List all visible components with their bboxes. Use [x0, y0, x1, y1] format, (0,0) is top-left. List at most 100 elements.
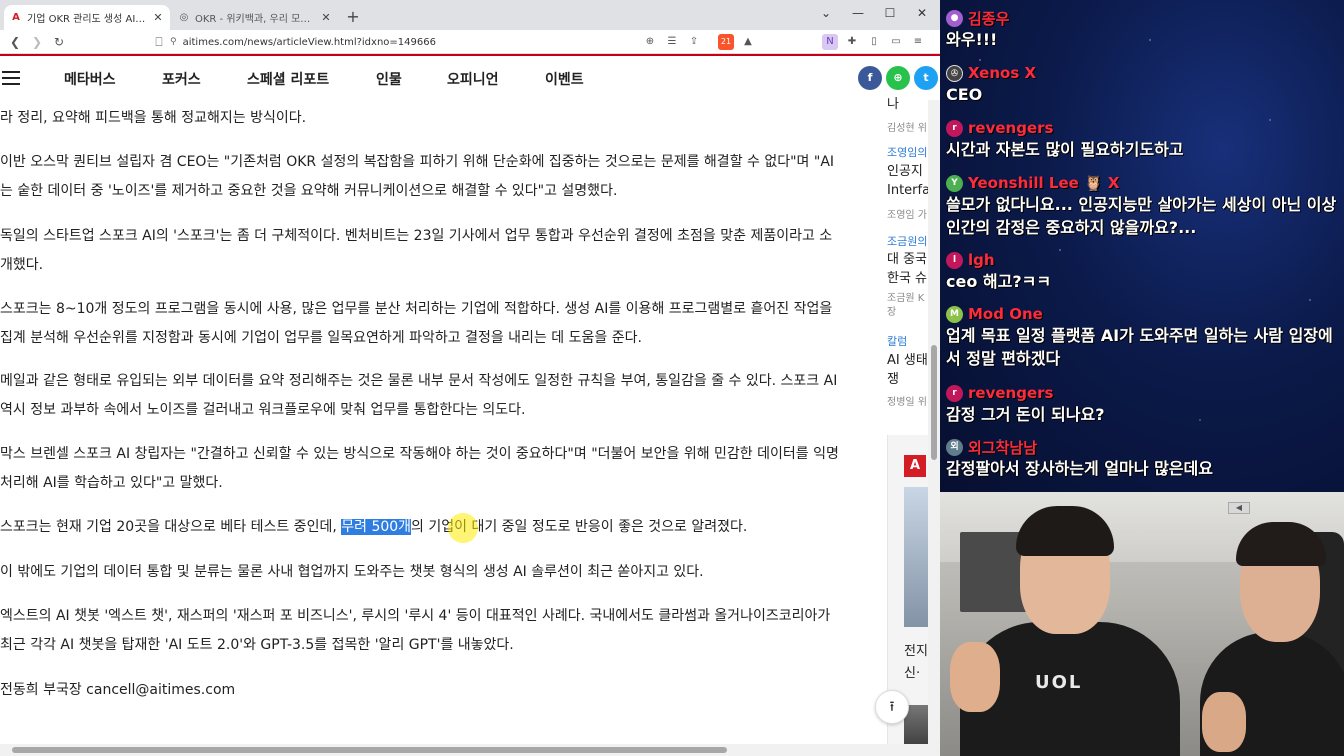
ad-text: 전지 신· — [904, 644, 928, 681]
chat-nickname: 외그작남남 — [968, 438, 1038, 457]
nav-event[interactable]: 이벤트 — [545, 69, 584, 89]
menu-icon[interactable]: ≡ — [910, 34, 926, 50]
wall-sign: ◀ — [1228, 502, 1250, 514]
sidebar-article-author: 김성현 위 — [887, 123, 927, 134]
url-field[interactable]: ⚲ aitimes.com/news/articleView.html?idxn… — [170, 32, 710, 52]
user-avatar: Y — [946, 174, 963, 192]
live-chat-overlay: ● 김종우 와우!!! ✇ Xenos X CEO r revengers 시간과 자… — [940, 0, 1344, 492]
chat-text: CEO — [946, 85, 983, 104]
site-info-icon[interactable]: ⚲ — [170, 37, 177, 47]
sidebar-article-author: 조금원 K 장 — [887, 293, 925, 318]
scrollbar-thumb[interactable] — [931, 345, 937, 460]
aitimes-logo-icon: A — [904, 455, 926, 477]
horizontal-scrollbar[interactable] — [0, 744, 940, 756]
article-byline: 전동희 부국장 cancell@aitimes.com — [0, 682, 236, 698]
webcam-feed: ◀ UOL — [940, 492, 1344, 756]
chat-text: 감정 그거 돈이 되나요? — [946, 405, 1105, 424]
article-paragraph-highlighted: 스포크는 현재 기업 20곳을 대상으로 베타 테스트 중인데, 무려 500개… — [0, 513, 840, 542]
scrollbar-thumb[interactable] — [12, 747, 727, 753]
back-icon[interactable]: ❮ — [4, 31, 26, 53]
chat-text: ceo 해고?ㅋㅋ — [946, 272, 1052, 291]
nav-focus[interactable]: 포커스 — [162, 69, 201, 89]
nav-opinion[interactable]: 오피니언 — [447, 69, 499, 89]
tab-search-icon[interactable]: ⌄ — [814, 4, 838, 22]
article-paragraph: 막스 브렌셀 스포크 AI 창립자는 "간결하고 신뢰할 수 있는 방식으로 작… — [0, 446, 839, 491]
maximize-icon[interactable]: ☐ — [878, 4, 902, 22]
article-paragraph: 엑스트의 AI 챗봇 '엑스트 챗', 재스퍼의 '재스퍼 포 비즈니스', 루… — [0, 608, 831, 653]
sidebar-article-title[interactable]: 대 중국 한국 슈 — [887, 250, 927, 288]
wallet-icon[interactable]: ▭ — [888, 34, 904, 50]
user-avatar: l — [946, 251, 963, 269]
shirt-print: UOL — [1035, 672, 1083, 693]
sidebar-article-title[interactable]: AI 생태 쟁 — [887, 351, 928, 389]
chat-nickname: Xenos X — [968, 64, 1037, 82]
close-window-icon[interactable]: ✕ — [910, 4, 934, 22]
chat-text: 와우!!! — [946, 30, 998, 49]
chat-nickname: Mod One — [968, 305, 1043, 323]
user-avatar: r — [946, 384, 963, 402]
chat-message: 외 외그작남남 감정팔아서 장사하는게 얼마나 많은데요 — [946, 437, 1341, 480]
sidebar-article-category[interactable]: 조영임의 — [887, 144, 927, 160]
share-page-icon[interactable]: ⇪ — [686, 34, 702, 50]
chat-message: l lgh ceo 해고?ㅋㅋ — [946, 250, 1341, 293]
tab-article[interactable]: A 기업 OKR 관리도 생성 AI가 해준다 ✕ — [4, 5, 170, 30]
chat-nickname: lgh — [968, 251, 995, 269]
bookmark-icon[interactable]: ⎕ — [148, 31, 170, 53]
article-paragraph: 이 밖에도 기업의 데이터 통합 및 분류는 물론 사내 협업까지 도와주는 챗… — [0, 564, 704, 580]
twitter-icon[interactable]: t — [914, 66, 938, 90]
reader-mode-icon[interactable]: ☰ — [664, 34, 680, 50]
new-tab-button[interactable]: + — [344, 8, 362, 26]
chat-message: r revengers 감정 그거 돈이 되나요? — [946, 383, 1341, 426]
article-paragraph: 스포크는 8~10개 정도의 프로그램을 동시에 사용, 많은 업무를 분산 처… — [0, 301, 833, 346]
nav-metaverse[interactable]: 메타버스 — [64, 69, 116, 89]
extension-icon[interactable]: N — [822, 34, 838, 50]
rewards-icon[interactable]: ▲ — [740, 34, 756, 50]
forward-icon[interactable]: ❯ — [26, 31, 48, 53]
tab-title: 기업 OKR 관리도 생성 AI가 해준다 — [27, 14, 147, 25]
user-avatar: M — [946, 305, 963, 323]
sidebar-article-title[interactable]: 인공지 Interfa — [887, 162, 930, 200]
article-paragraph: 메일과 같은 형태로 유입되는 외부 데이터를 요약 정리해주는 것은 물론 내… — [0, 373, 838, 418]
sidebar-article-author: 조영임 가 — [887, 210, 927, 221]
sidebar-article-category[interactable]: 칼럼 — [887, 333, 907, 349]
chat-message: ● 김종우 와우!!! — [946, 8, 1341, 51]
user-avatar: ✇ — [946, 64, 963, 82]
article-paragraph: 라 정리, 요약해 피드백을 통해 정교해지는 방식이다. — [0, 110, 307, 126]
chat-text: 시간과 자본도 많이 필요하기도하고 — [946, 140, 1184, 159]
sidebar-article-title[interactable]: 나 — [887, 95, 899, 114]
scroll-to-top-button[interactable]: ⭱ — [875, 690, 909, 724]
tab-wikipedia[interactable]: ◎ OKR - 위키백과, 우리 모두의 백과사전 ✕ — [172, 5, 338, 30]
close-tab-icon[interactable]: ✕ — [320, 11, 332, 24]
sidebar-icon[interactable]: ▯ — [866, 34, 882, 50]
chat-nickname: revengers — [968, 384, 1054, 402]
reload-icon[interactable]: ↻ — [48, 31, 70, 53]
chat-message: r revengers 시간과 자본도 많이 필요하기도하고 — [946, 118, 1341, 161]
url-text: aitimes.com/news/articleView.html?idxno=… — [182, 36, 436, 48]
nav-special-report[interactable]: 스페셜 리포트 — [247, 69, 329, 89]
chat-message: Y Yeonshill Lee 🦉 X 쓸모가 없다니요... 인공지능만 살아가… — [946, 173, 1341, 239]
minimize-icon[interactable]: — — [846, 4, 870, 22]
brave-shield-icon[interactable]: 21 — [718, 34, 734, 50]
hamburger-menu-icon[interactable] — [2, 71, 20, 85]
article-paragraph: 독일의 스타트업 스포크 AI의 '스포크'는 좀 더 구체적이다. 벤처비트는… — [0, 228, 833, 273]
sidebar-article-category[interactable]: 조금원의 — [887, 233, 927, 249]
site-nav: 메타버스 포커스 스페셜 리포트 인물 오피니언 이벤트 f ⊕ t — [0, 56, 940, 100]
streamer-2-hand — [1202, 692, 1246, 752]
facebook-icon[interactable]: f — [858, 66, 882, 90]
globe-icon: ◎ — [179, 11, 189, 23]
chat-nickname: Yeonshill Lee 🦉 X — [968, 174, 1120, 192]
zoom-icon[interactable]: ⊕ — [642, 34, 658, 50]
vertical-scrollbar[interactable] — [928, 100, 940, 744]
chat-text: 감정팔아서 장사하는게 얼마나 많은데요 — [946, 459, 1213, 478]
puzzle-icon[interactable]: ✚ — [844, 34, 860, 50]
user-avatar: 외 — [946, 438, 963, 456]
nav-people[interactable]: 인물 — [376, 69, 402, 89]
share-icon[interactable]: ⊕ — [886, 66, 910, 90]
chat-text: 쓸모가 없다니요... 인공지능만 살아가는 세상이 아닌 이상 인간의 감정은… — [946, 195, 1337, 237]
close-tab-icon[interactable]: ✕ — [152, 11, 164, 24]
aitimes-favicon-icon: A — [12, 11, 20, 23]
selected-text[interactable]: 무려 500개 — [341, 519, 412, 535]
article-body: 라 정리, 요약해 피드백을 통해 정교해지는 방식이다. 이반 오스막 퀀티브… — [0, 100, 880, 750]
tab-title: OKR - 위키백과, 우리 모두의 백과사전 — [195, 14, 315, 25]
chat-message: ✇ Xenos X CEO — [946, 63, 1341, 106]
